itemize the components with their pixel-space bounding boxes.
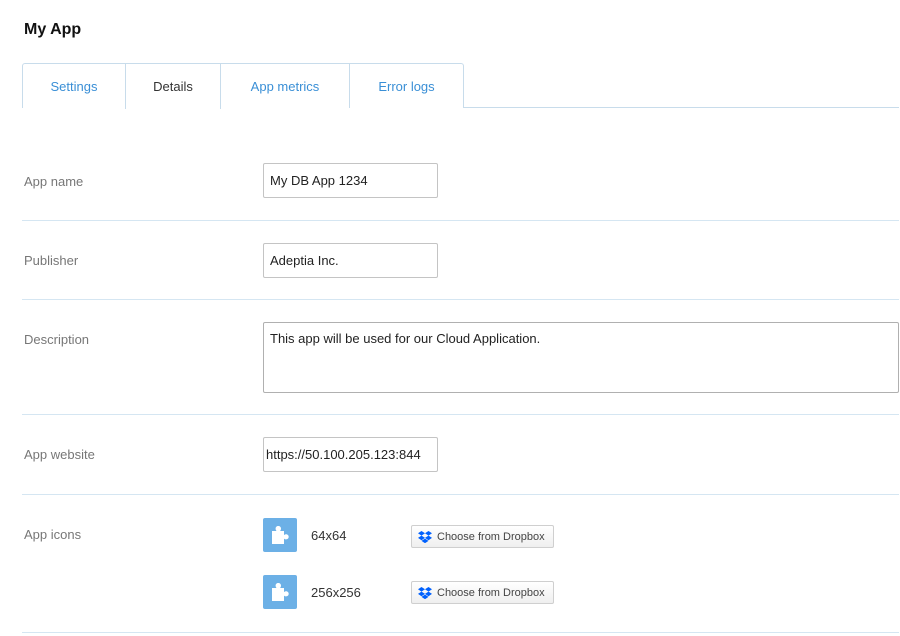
icon-size-label: 64x64 bbox=[311, 528, 347, 543]
app-icon-64-preview bbox=[263, 518, 297, 552]
choose-from-dropbox-button[interactable]: Choose from Dropbox bbox=[411, 525, 554, 548]
divider bbox=[22, 299, 899, 300]
description-label: Description bbox=[24, 332, 90, 347]
app-website-label: App website bbox=[24, 447, 95, 462]
puzzle-icon bbox=[272, 526, 289, 544]
divider bbox=[22, 220, 899, 221]
tab-bar: Settings Details App metrics Error logs bbox=[22, 63, 899, 109]
divider bbox=[22, 494, 899, 495]
publisher-label: Publisher bbox=[24, 253, 79, 268]
app-name-label: App name bbox=[24, 174, 84, 189]
divider bbox=[22, 414, 899, 415]
app-icon-256-preview bbox=[263, 575, 297, 609]
divider bbox=[22, 632, 899, 633]
dropbox-button-label: Choose from Dropbox bbox=[437, 530, 545, 543]
tab-details[interactable]: Details bbox=[125, 63, 221, 109]
app-name-input[interactable] bbox=[263, 163, 438, 198]
choose-from-dropbox-button[interactable]: Choose from Dropbox bbox=[411, 581, 554, 604]
description-textarea[interactable]: This app will be used for our Cloud Appl… bbox=[263, 322, 899, 393]
dropbox-icon bbox=[418, 586, 432, 599]
dropbox-button-label: Choose from Dropbox bbox=[437, 586, 545, 599]
app-icons-label: App icons bbox=[24, 527, 82, 542]
puzzle-icon bbox=[272, 583, 289, 601]
dropbox-icon bbox=[418, 530, 432, 543]
publisher-input[interactable] bbox=[263, 243, 438, 278]
tab-error-logs[interactable]: Error logs bbox=[349, 63, 464, 108]
tab-settings[interactable]: Settings bbox=[22, 63, 126, 108]
tab-app-metrics[interactable]: App metrics bbox=[220, 63, 350, 108]
app-website-input[interactable] bbox=[263, 437, 438, 472]
page-title: My App bbox=[24, 21, 82, 38]
icon-size-label: 256x256 bbox=[311, 585, 361, 600]
